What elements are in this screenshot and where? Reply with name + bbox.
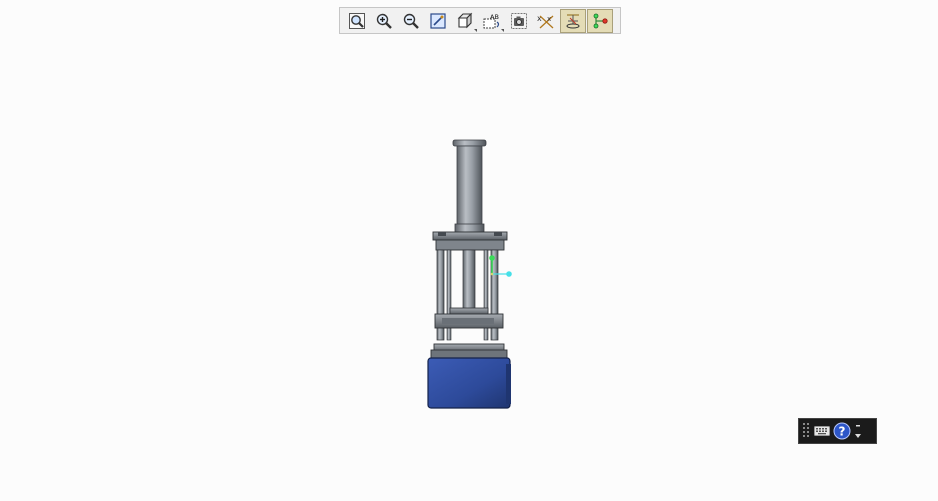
annotation-display-icon (593, 13, 608, 28)
repaint-button[interactable] (425, 9, 451, 33)
zoom-fit-button[interactable] (344, 9, 370, 33)
zoom-out-icon (403, 13, 419, 29)
keyboard-icon (814, 426, 830, 436)
snapshot-icon (511, 12, 527, 29)
green-handle-icon[interactable] (489, 255, 495, 261)
graphics-viewport[interactable]: AB x x ? (0, 0, 938, 501)
grip-icon[interactable] (802, 421, 812, 441)
base-block (427, 357, 511, 409)
zoom-in-button[interactable] (371, 9, 397, 33)
drag-handles[interactable] (489, 255, 512, 277)
help-button[interactable]: ? (832, 421, 852, 441)
svg-text:x: x (547, 15, 551, 23)
zoom-fit-icon (349, 12, 365, 29)
repaint-icon (430, 12, 446, 29)
saved-views-icon: AB (483, 13, 500, 28)
saved-views-button[interactable]: AB (479, 9, 505, 33)
help-label: ? (839, 425, 846, 439)
view-toolbar: AB x x (339, 7, 621, 34)
annotation-display-button[interactable] (587, 8, 613, 33)
cylinder (452, 139, 487, 233)
zoom-in-icon (376, 13, 392, 29)
view-cube-icon (457, 12, 473, 28)
datum-display-button[interactable]: x x (533, 9, 559, 33)
zoom-out-button[interactable] (398, 9, 424, 33)
cyan-handle-icon[interactable] (506, 271, 512, 277)
mini-toolbar: ? (798, 418, 877, 444)
saved-views-label: AB (490, 13, 499, 21)
spin-center-icon (566, 13, 580, 28)
help-icon: ? (833, 422, 851, 440)
press-assembly-model[interactable] (420, 136, 520, 412)
expand-arrows-icon (855, 425, 861, 438)
snapshot-button[interactable] (506, 9, 532, 33)
keyboard-button[interactable] (812, 421, 832, 441)
expand-arrows-button[interactable] (852, 420, 864, 442)
lower-plate (430, 343, 508, 359)
dropdown-arrow-icon (501, 28, 504, 32)
datum-display-icon: x x (537, 14, 554, 28)
top-plate (432, 231, 508, 251)
dropdown-arrow-icon (474, 28, 477, 32)
spin-center-button[interactable] (560, 8, 586, 33)
view-cube-button[interactable] (452, 9, 478, 33)
svg-text:x: x (537, 14, 542, 23)
